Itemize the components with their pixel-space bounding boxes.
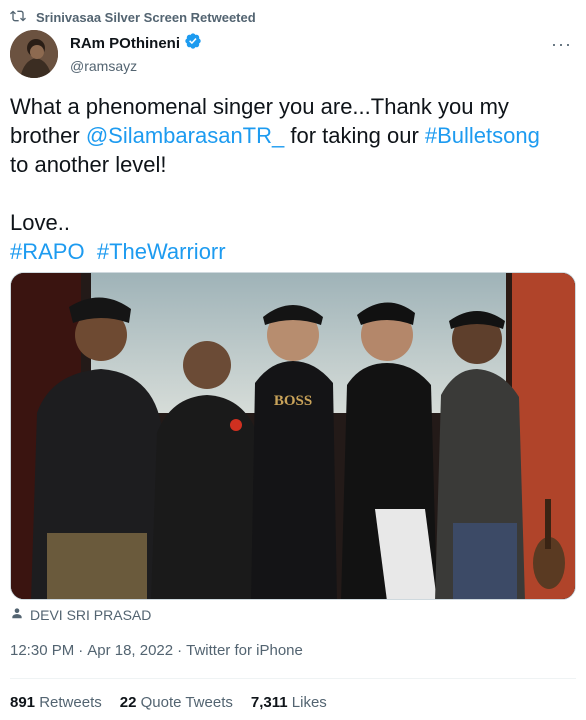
timestamp-source: Twitter for iPhone xyxy=(186,642,303,659)
timestamp-date[interactable]: Apr 18, 2022 xyxy=(87,642,173,659)
tweet-photo[interactable]: BOSS xyxy=(10,272,576,600)
hashtag-rapo-link[interactable]: #RAPO xyxy=(10,239,85,264)
person-icon xyxy=(10,606,30,623)
hashtag-bulletsong-link[interactable]: #Bulletsong xyxy=(425,123,540,148)
retweet-banner[interactable]: Srinivasaa Silver Screen Retweeted xyxy=(10,8,256,26)
verified-badge-icon xyxy=(180,32,202,54)
quote-tweets-count: 22 xyxy=(119,694,137,711)
author-handle[interactable]: @ramsayz xyxy=(70,58,202,74)
engagement-stats: 891 Retweets 22 Quote Tweets 7,311 Likes xyxy=(10,694,327,711)
tweet-timestamp[interactable]: 12:30 PM · Apr 18, 2022 · Twitter for iP… xyxy=(10,642,303,659)
likes-label: Likes xyxy=(291,694,327,711)
timestamp-separator: · xyxy=(177,642,183,659)
timestamp-separator: · xyxy=(78,642,84,659)
mention-link[interactable]: @SilambarasanTR_ xyxy=(86,123,284,148)
tweet-line-3: to another level! xyxy=(10,152,167,177)
retweets-count: 891 xyxy=(10,694,36,711)
tweet-line-1: What a phenomenal singer you are...Thank… xyxy=(10,94,509,119)
quote-tweets-stat[interactable]: 22 Quote Tweets xyxy=(120,694,233,711)
retweets-label: Retweets xyxy=(39,694,102,711)
quote-tweets-label: Quote Tweets xyxy=(140,694,233,711)
divider xyxy=(10,678,576,679)
more-options-icon[interactable]: ··· xyxy=(551,34,572,55)
timestamp-time[interactable]: 12:30 PM xyxy=(10,642,74,659)
tweet-text: What a phenomenal singer you are...Thank… xyxy=(10,92,570,266)
photo-illustration: BOSS xyxy=(11,273,575,599)
boss-shirt-text: BOSS xyxy=(274,393,312,409)
avatar[interactable] xyxy=(10,30,58,78)
retweet-banner-text: Srinivasaa Silver Screen Retweeted xyxy=(36,9,256,25)
tweet-love: Love.. xyxy=(10,210,70,235)
tweet-line-2-mid: for taking our xyxy=(284,123,425,148)
author-display-name[interactable]: RAm POthineni xyxy=(70,35,180,52)
likes-count: 7,311 xyxy=(250,694,288,711)
retweets-stat[interactable]: 891 Retweets xyxy=(10,694,102,711)
retweet-icon xyxy=(10,8,36,27)
photo-credit-text: DEVI SRI PRASAD xyxy=(30,606,152,623)
tweet-line-2-pre: brother xyxy=(10,123,86,148)
hashtag-warriorr-link[interactable]: #TheWarriorr xyxy=(97,239,226,264)
likes-stat[interactable]: 7,311 Likes xyxy=(251,694,327,711)
photo-credit[interactable]: DEVI SRI PRASAD xyxy=(10,606,151,623)
